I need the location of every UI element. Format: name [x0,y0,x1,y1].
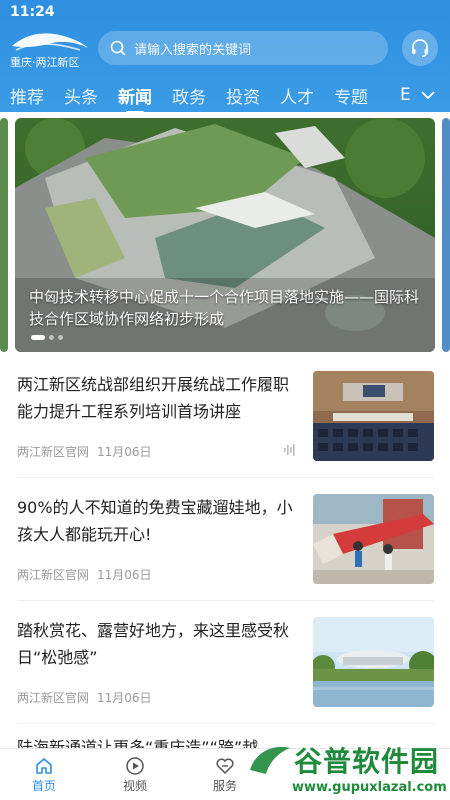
tab-headlines[interactable]: 头条 [64,83,98,108]
news-source: 两江新区官网 [17,691,90,705]
nav-video-label: 视频 [122,779,147,793]
news-meta: 两江新区官网 11月06日 [17,443,152,460]
banner-slide[interactable]: 中匈技术转移中心促成十一个合作项目落地实施——国际科技合作区域协作网络初步形成 [15,118,435,352]
category-tabs: 推荐 头条 新闻 政务 投资 人才 专题 E [0,78,450,114]
customer-service-button[interactable] [402,30,438,66]
divider [17,600,434,601]
tab-partial-label: E [400,85,411,105]
audio-wave-icon[interactable] [283,443,297,457]
tab-talent[interactable]: 人才 [280,83,314,108]
watermark-logo-icon [250,746,290,774]
watermark-title: 谷普软件园 [294,745,440,778]
carousel-dot [49,335,54,340]
meeting-room-image [313,371,434,461]
status-time: 11:24 [10,4,55,20]
banner-carousel[interactable]: 中匈技术转移中心促成十一个合作项目落地实施——国际科技合作区域协作网络初步形成 [0,118,450,352]
nav-home[interactable]: 首页 [14,755,74,794]
carousel-dot [58,335,63,340]
search-input[interactable]: 请输入搜索的关键词 [98,31,388,65]
search-placeholder: 请输入搜索的关键词 [134,42,252,58]
nav-service-label: 服务 [212,779,237,793]
news-thumbnail [313,371,434,461]
app-header: 11:24 重庆·两江新区 请输入搜索的关键词 推荐 头条 新闻 政务 投资 人… [0,0,450,114]
playground-slide-image [313,494,434,584]
tab-investment[interactable]: 投资 [226,83,260,108]
service-icon [216,758,234,775]
news-item[interactable]: 两江新区统战部组织开展统战工作履职能力提升工程系列培训首场讲座 两江新区官网 11… [0,371,450,493]
app-logo[interactable]: 重庆·两江新区 [10,28,90,70]
carousel-dot-active [31,335,45,340]
search-icon [110,40,126,56]
banner-caption: 中匈技术转移中心促成十一个合作项目落地实施——国际科技合作区域协作网络初步形成 [29,288,420,328]
news-meta: 两江新区官网 11月06日 [17,689,152,706]
nav-video[interactable]: 视频 [105,755,165,794]
home-icon [36,758,52,774]
news-date: 11月06日 [97,568,152,582]
news-title: 两江新区统战部组织开展统战工作履职能力提升工程系列培训首场讲座 [17,375,290,421]
carousel-indicator [31,335,63,340]
news-thumbnail [313,494,434,584]
tab-recommend[interactable]: 推荐 [10,83,44,108]
headset-icon [412,39,428,58]
site-watermark: 谷普软件园 www.gupuxlazal.com [244,740,450,800]
news-item[interactable]: 90%的人不知道的免费宝藏遛娃地，小孩大人都能玩开心! 两江新区官网 11月06日 [0,494,450,616]
news-item[interactable]: 踏秋赏花、露营好地方，来这里感受秋日“松弛感” 两江新区官网 11月06日 [0,617,450,739]
more-tabs-button[interactable]: E [400,78,437,112]
play-circle-icon [126,757,144,775]
news-title: 90%的人不知道的免费宝藏遛娃地，小孩大人都能玩开心! [17,498,293,544]
tab-government[interactable]: 政务 [172,83,206,108]
news-date: 11月06日 [97,691,152,705]
next-slide-peek [442,118,450,352]
news-title: 踏秋赏花、露营好地方，来这里感受秋日“松弛感” [17,621,290,667]
divider [17,723,434,724]
tab-news[interactable]: 新闻 [118,83,152,114]
park-lake-image [313,617,434,707]
chevron-down-icon [421,91,435,100]
news-date: 11月06日 [97,445,152,459]
previous-slide-peek [0,118,8,352]
watermark-url: www.gupuxlazal.com [292,780,447,795]
divider [17,477,434,478]
news-meta: 两江新区官网 11月06日 [17,566,152,583]
news-source: 两江新区官网 [17,445,90,459]
logo-text: 重庆·两江新区 [10,56,80,69]
tab-topics[interactable]: 专题 [334,83,368,108]
news-thumbnail [313,617,434,707]
news-source: 两江新区官网 [17,568,90,582]
wave-logo-icon [12,33,88,51]
nav-home-label: 首页 [31,779,56,793]
